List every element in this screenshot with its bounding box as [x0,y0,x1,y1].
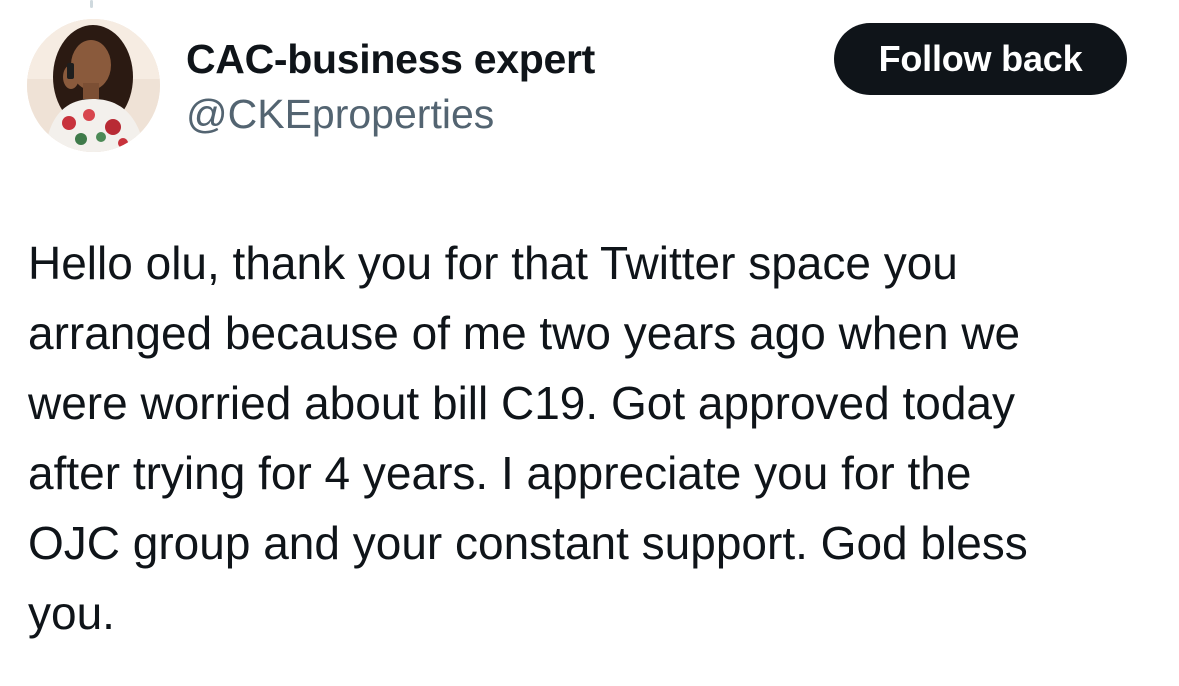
avatar[interactable] [27,19,160,152]
author-display-name[interactable]: CAC-business expert [186,36,595,83]
follow-back-button[interactable]: Follow back [834,23,1127,95]
tweet-body-text: Hello olu, thank you for that Twitter sp… [28,237,1028,639]
avatar-photo [27,19,160,152]
author-handle[interactable]: @CKEproperties [186,91,494,138]
thread-connector-line [90,0,93,8]
